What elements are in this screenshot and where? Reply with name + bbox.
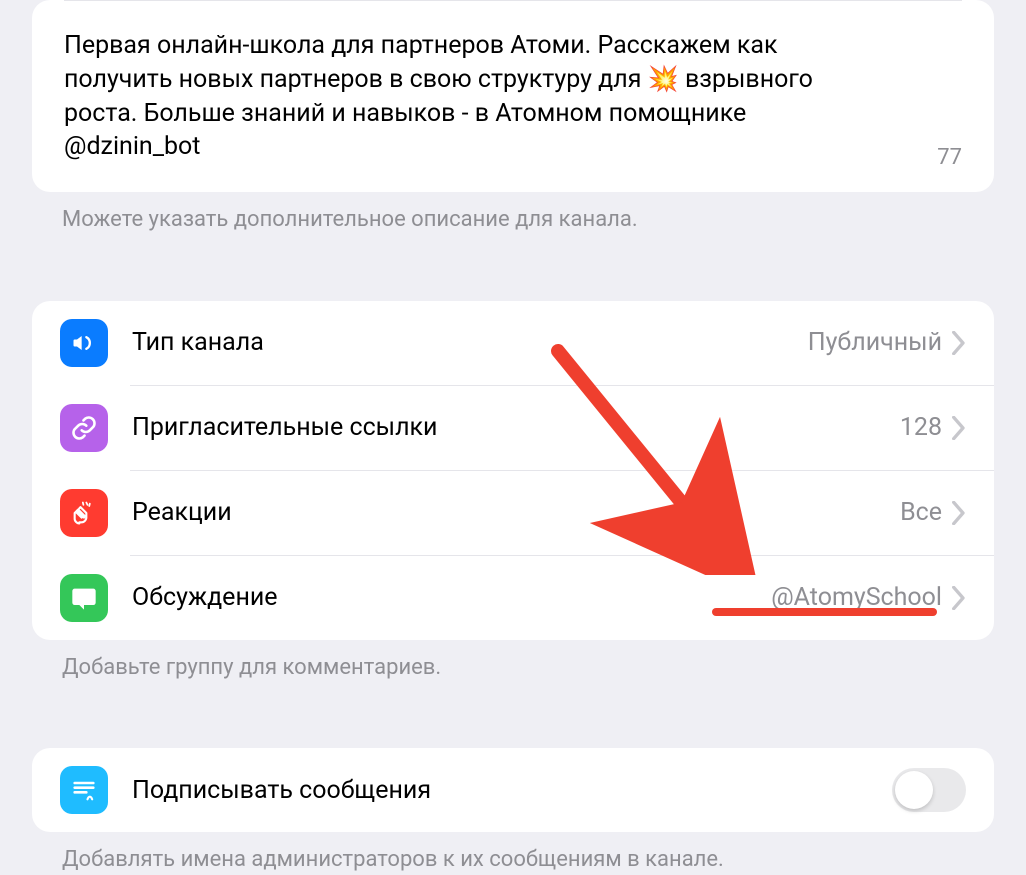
channel-description[interactable]: Первая онлайн-школа для партнеров Атоми.… bbox=[64, 1, 962, 192]
reactions-label: Реакции bbox=[132, 498, 900, 527]
megaphone-icon bbox=[60, 319, 108, 367]
chevron-right-icon bbox=[952, 501, 966, 525]
chevron-right-icon bbox=[952, 586, 966, 610]
sign-icon bbox=[60, 766, 108, 814]
chevron-right-icon bbox=[952, 416, 966, 440]
reactions-row[interactable]: Реакции Все bbox=[32, 471, 994, 555]
sign-messages-footer: Добавлять имена администраторов к их соо… bbox=[62, 846, 964, 875]
description-footer: Можете указать дополнительное описание д… bbox=[62, 206, 964, 235]
invite-links-value: 128 bbox=[900, 413, 942, 442]
invite-links-row[interactable]: Пригласительные ссылки 128 bbox=[32, 386, 994, 470]
sign-messages-row[interactable]: Подписывать сообщения bbox=[32, 748, 994, 832]
channel-type-value: Публичный bbox=[808, 328, 942, 357]
reactions-value: Все bbox=[900, 498, 942, 527]
invite-links-label: Пригласительные ссылки bbox=[132, 413, 900, 442]
discussion-label: Обсуждение bbox=[132, 583, 771, 612]
channel-type-row[interactable]: Тип канала Публичный bbox=[32, 301, 994, 385]
description-card: Первая онлайн-школа для партнеров Атоми.… bbox=[32, 0, 994, 192]
sign-messages-toggle[interactable] bbox=[892, 768, 966, 812]
link-icon bbox=[60, 404, 108, 452]
chat-icon bbox=[60, 574, 108, 622]
settings-footer: Добавьте группу для комментариев. bbox=[62, 654, 964, 683]
chevron-right-icon bbox=[952, 331, 966, 355]
settings-card: Тип канала Публичный Пригласительные ссы… bbox=[32, 301, 994, 640]
description-counter: 77 bbox=[937, 145, 962, 170]
sign-messages-card: Подписывать сообщения bbox=[32, 748, 994, 832]
discussion-row[interactable]: Обсуждение @AtomySchool bbox=[32, 556, 994, 640]
discussion-value: @AtomySchool bbox=[771, 583, 942, 612]
toggle-knob bbox=[895, 771, 933, 809]
clap-icon bbox=[60, 489, 108, 537]
sign-messages-label: Подписывать сообщения bbox=[132, 776, 892, 805]
channel-type-label: Тип канала bbox=[132, 328, 808, 357]
